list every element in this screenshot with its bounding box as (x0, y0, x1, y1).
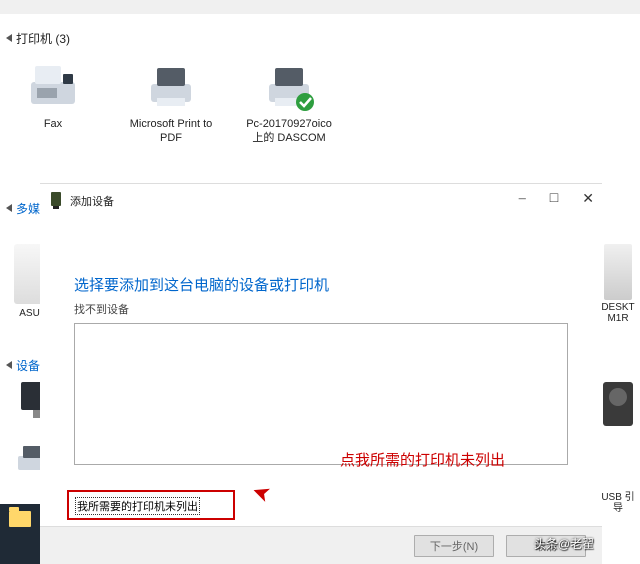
dialog-heading: 选择要添加到这台电脑的设备或打印机 (74, 274, 568, 295)
printer-label: Microsoft Print to PDF (126, 118, 216, 146)
add-device-dialog: 添加设备 – □ ✕ 选择要添加到这台电脑的设备或打印机 找不到设备 点我所需的… (40, 183, 602, 564)
device-item-usb[interactable]: USB 引导 (600, 490, 636, 514)
printer-item-ms-pdf[interactable]: Microsoft Print to PDF (126, 54, 216, 146)
printers-grid: Fax Microsoft Print to PDF Pc-20170927oi… (8, 54, 334, 146)
device-label: DESKT M1R (600, 302, 636, 324)
maximize-button[interactable]: □ (550, 191, 558, 207)
close-button[interactable]: ✕ (582, 191, 594, 208)
taskbar-fragment (0, 504, 40, 564)
chevron-left-icon (6, 204, 12, 212)
taskbar-folder[interactable] (2, 504, 38, 534)
printers-section-header[interactable]: 打印机 (3) (6, 30, 70, 47)
printer-label: Pc-20170927oico 上的 DASCOM (244, 118, 334, 146)
printer-item-dascom[interactable]: Pc-20170927oico 上的 DASCOM (244, 54, 334, 146)
multimedia-section-header[interactable]: 多媒 (6, 200, 40, 217)
devices-section-header[interactable]: 设备 (6, 357, 40, 374)
printer-default-icon (259, 54, 319, 114)
device-label: USB 引导 (600, 492, 636, 514)
device-item-desktop[interactable]: DESKT M1R (600, 244, 636, 324)
chevron-left-icon (6, 361, 12, 369)
device-icon (48, 190, 64, 213)
printer-icon (141, 54, 201, 114)
annotation-text: 点我所需的打印机未列出 (340, 449, 505, 470)
chevron-left-icon (6, 34, 12, 42)
fax-icon (23, 54, 83, 114)
devices-label: 设备 (16, 359, 40, 373)
multimedia-label: 多媒 (16, 202, 40, 216)
device-item-speaker[interactable] (600, 382, 636, 426)
dialog-button-bar: 下一步(N) 取消 (40, 526, 602, 564)
dialog-title: 添加设备 (70, 193, 114, 209)
minimize-button[interactable]: – (519, 191, 526, 207)
printers-count-label: 打印机 (3) (16, 32, 70, 46)
printer-item-fax[interactable]: Fax (8, 54, 98, 146)
annotation-arrow-icon: ➤ (248, 478, 274, 509)
printer-not-listed-link[interactable]: 我所需要的打印机未列出 (76, 498, 199, 514)
next-button[interactable]: 下一步(N) (414, 535, 494, 557)
device-listbox[interactable] (74, 323, 568, 465)
printer-label: Fax (8, 118, 98, 132)
watermark: 头条@老翟 (534, 535, 594, 552)
dialog-subtext: 找不到设备 (74, 301, 568, 317)
